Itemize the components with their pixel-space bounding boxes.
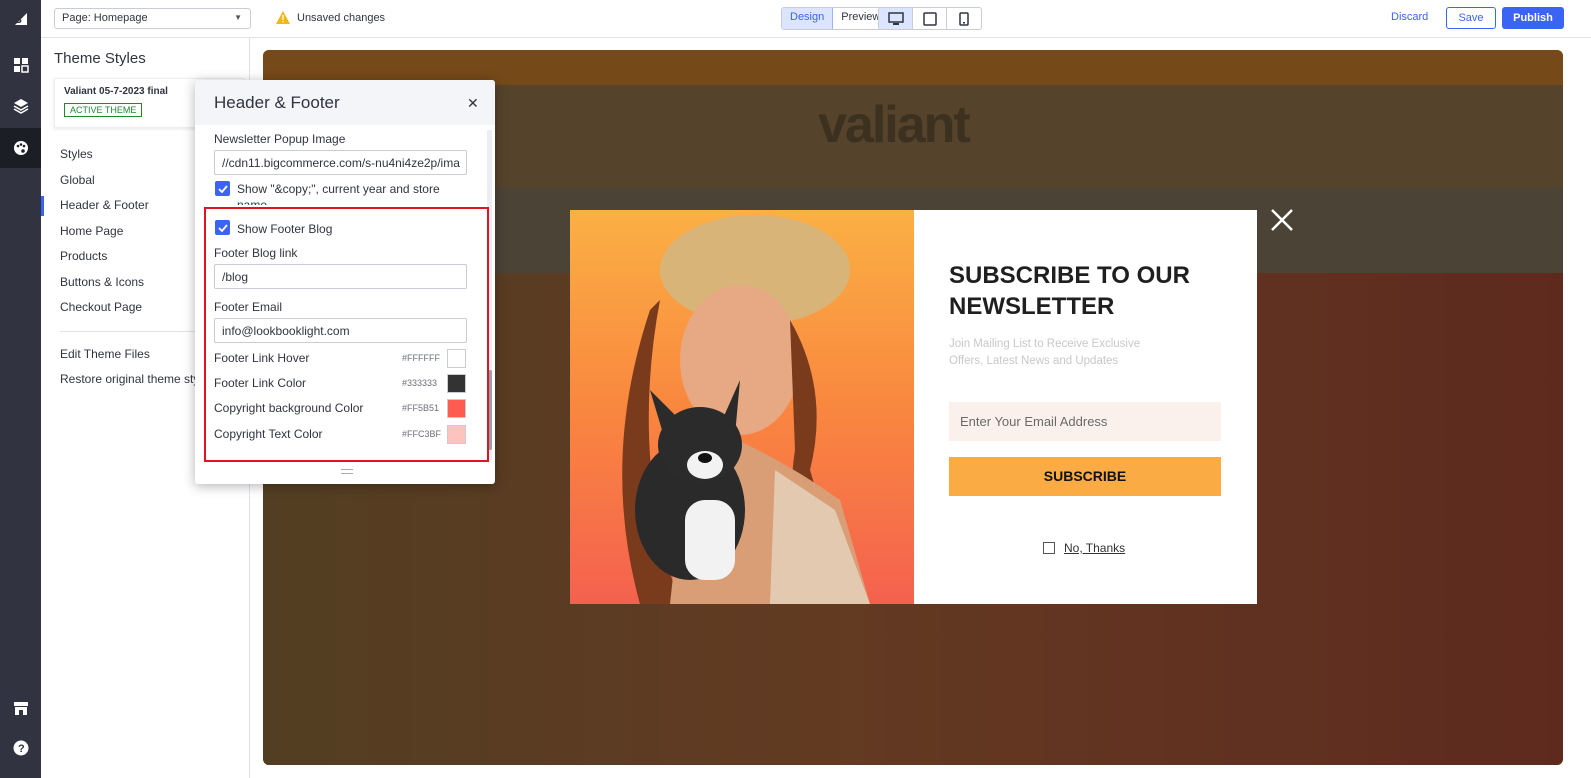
- svg-text:?: ?: [18, 743, 25, 755]
- show-copyright-checkbox[interactable]: [215, 181, 230, 196]
- dashboard-icon[interactable]: [0, 45, 41, 85]
- subscribe-button[interactable]: SUBSCRIBE: [949, 457, 1221, 496]
- popup-title: SUBSCRIBE TO OUR NEWSLETTER: [949, 262, 1190, 320]
- svg-text:B: B: [14, 14, 22, 26]
- design-mode-button[interactable]: Design: [782, 8, 834, 29]
- popup-image: [570, 210, 914, 604]
- tablet-icon[interactable]: [913, 8, 947, 29]
- newsletter-popup: SUBSCRIBE TO OUR NEWSLETTER Join Mailing…: [570, 210, 1257, 604]
- app-rail: B ?: [0, 0, 41, 778]
- save-button[interactable]: Save: [1446, 7, 1496, 29]
- popup-subtitle: Join Mailing List to Receive Exclusive O…: [949, 338, 1141, 367]
- help-icon[interactable]: ?: [0, 728, 41, 768]
- layers-icon[interactable]: [0, 86, 41, 126]
- page-select-value: Page: Homepage: [62, 12, 148, 24]
- view-mode-toggle: Design Preview: [781, 7, 890, 30]
- no-thanks-checkbox[interactable]: [1043, 542, 1055, 554]
- page-select[interactable]: Page: Homepage ▼: [54, 8, 251, 29]
- active-theme-badge: ACTIVE THEME: [64, 103, 143, 117]
- resize-handle[interactable]: [341, 469, 353, 474]
- no-thanks-option[interactable]: No, Thanks: [1043, 541, 1125, 555]
- mobile-icon[interactable]: [947, 8, 981, 29]
- unsaved-indicator: Unsaved changes: [276, 11, 385, 24]
- no-thanks-label[interactable]: No, Thanks: [1064, 541, 1125, 555]
- chevron-down-icon: ▼: [234, 13, 242, 22]
- theme-styles-icon[interactable]: [0, 128, 41, 168]
- top-bar: Page: Homepage ▼ Unsaved changes Design …: [41, 0, 1591, 38]
- popup-email-input[interactable]: Enter Your Email Address: [949, 402, 1221, 441]
- discard-button[interactable]: Discard: [1391, 11, 1428, 23]
- desktop-icon[interactable]: [879, 8, 913, 29]
- popup-close-icon[interactable]: [1269, 207, 1295, 233]
- newsletter-image-label: Newsletter Popup Image: [214, 132, 346, 146]
- panel-header-title: Header & Footer: [214, 93, 340, 112]
- unsaved-text: Unsaved changes: [297, 11, 386, 24]
- warning-icon: [276, 11, 290, 24]
- bigcommerce-logo-icon[interactable]: B: [12, 10, 30, 28]
- panel-title: Theme Styles: [54, 50, 146, 67]
- nav-divider: [60, 330, 210, 332]
- close-icon[interactable]: ✕: [467, 95, 479, 112]
- storefront-icon[interactable]: [0, 688, 41, 728]
- highlight-box: [204, 207, 489, 462]
- device-toggle: [878, 7, 982, 30]
- publish-button[interactable]: Publish: [1502, 7, 1564, 29]
- theme-name: Valiant 05-7-2023 final: [64, 86, 168, 97]
- newsletter-image-field[interactable]: //cdn11.bigcommerce.com/s-nu4ni4ze2p/ima: [214, 150, 467, 175]
- panel-header: Header & Footer ✕: [195, 80, 495, 125]
- show-copyright-label: Show "&copy;", current year and store na…: [237, 182, 440, 205]
